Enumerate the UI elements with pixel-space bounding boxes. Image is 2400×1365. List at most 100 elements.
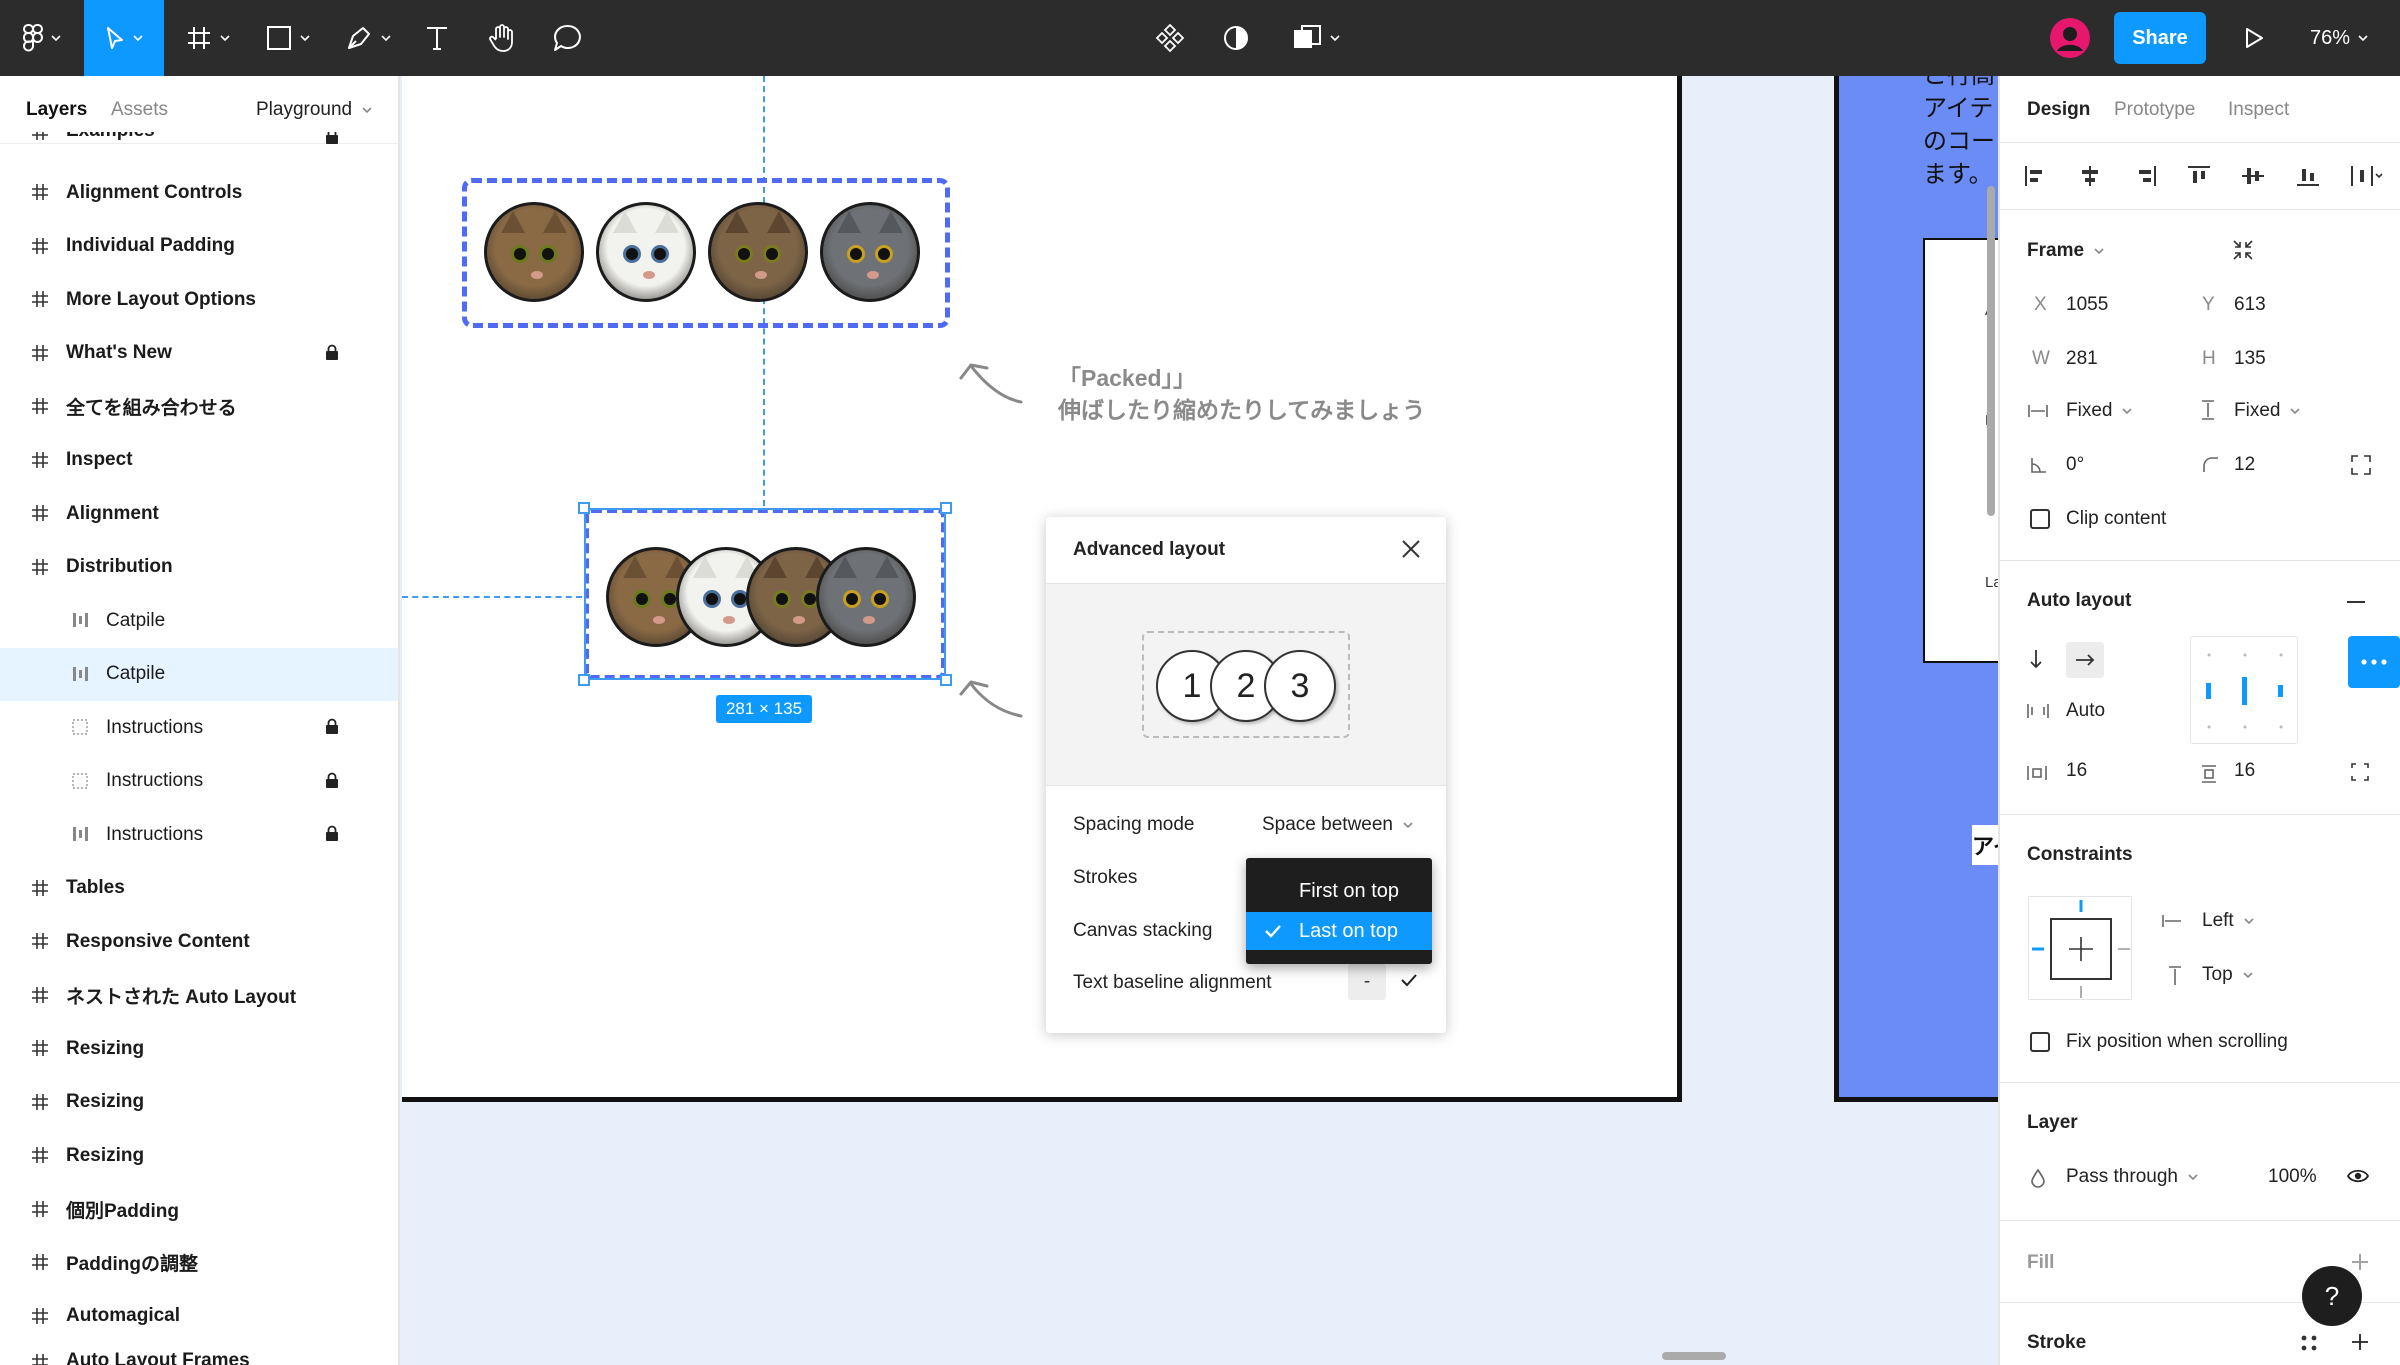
layer-row[interactable]: Resizing — [0, 1022, 398, 1075]
lock-icon[interactable] — [325, 772, 339, 788]
align-bottom-icon[interactable] — [2296, 165, 2320, 187]
layer-row[interactable]: Catpile — [0, 594, 398, 647]
check-icon[interactable] — [1400, 973, 1418, 987]
align-right-icon[interactable] — [2133, 165, 2157, 187]
boolean-ops-button[interactable] — [1284, 0, 1348, 76]
layer-row[interactable]: Tables — [0, 862, 398, 915]
constraints-widget[interactable] — [2028, 896, 2132, 1000]
hand-tool-button[interactable] — [480, 0, 524, 76]
avatar[interactable] — [2048, 0, 2092, 76]
vertical-resizing-select[interactable]: Fixed — [2234, 400, 2301, 422]
lock-icon[interactable] — [325, 344, 339, 360]
present-button[interactable] — [2232, 0, 2276, 76]
lock-icon[interactable] — [325, 132, 339, 144]
opacity-input[interactable]: 100% — [2268, 1166, 2317, 1188]
resize-handle[interactable] — [578, 674, 590, 686]
layer-row[interactable]: Alignment — [0, 487, 398, 540]
main-menu-button[interactable] — [14, 0, 70, 76]
layer-row-partial-top[interactable]: Examples — [0, 132, 398, 162]
align-center-vertical-icon[interactable] — [2241, 165, 2265, 187]
shape-tool-button[interactable] — [256, 0, 320, 76]
layer-row[interactable]: Alignment Controls — [0, 166, 398, 219]
frame-section-title[interactable]: Frame — [2027, 240, 2104, 262]
lock-icon[interactable] — [325, 718, 339, 734]
independent-corners-icon[interactable] — [2350, 454, 2372, 476]
components-button[interactable] — [1148, 0, 1192, 76]
theme-button[interactable] — [1214, 0, 1258, 76]
help-button[interactable]: ? — [2302, 1266, 2362, 1326]
layer-row[interactable]: Inspect — [0, 434, 398, 487]
horizontal-resizing-select[interactable]: Fixed — [2066, 400, 2133, 422]
layer-row[interactable]: Instructions — [0, 808, 398, 861]
tab-prototype[interactable]: Prototype — [2114, 99, 2195, 121]
layer-row[interactable]: Catpile — [0, 647, 398, 701]
direction-vertical-icon[interactable] — [2028, 648, 2044, 670]
pen-tool-button[interactable] — [336, 0, 400, 76]
rotation-input[interactable]: 0° — [2066, 454, 2084, 476]
layer-row[interactable]: Instructions — [0, 755, 398, 808]
layer-row[interactable]: 個別Padding — [0, 1183, 398, 1236]
resize-handle[interactable] — [940, 674, 952, 686]
tab-design[interactable]: Design — [2027, 99, 2090, 121]
resize-handle[interactable] — [578, 502, 590, 514]
remove-auto-layout-icon[interactable] — [2346, 600, 2366, 604]
resize-handle[interactable] — [940, 502, 952, 514]
h-input[interactable]: 135 — [2234, 348, 2266, 370]
distribute-icon[interactable] — [2350, 165, 2384, 187]
clip-content-checkbox[interactable] — [2030, 509, 2050, 529]
frame-tool-button[interactable] — [176, 0, 240, 76]
layer-row[interactable]: Responsive Content — [0, 915, 398, 968]
page-selector[interactable]: Playground — [256, 99, 372, 121]
tab-inspect[interactable]: Inspect — [2228, 99, 2289, 121]
horizontal-constraint-select[interactable]: Left — [2202, 910, 2254, 932]
fix-position-checkbox[interactable] — [2030, 1032, 2050, 1052]
text-tool-button[interactable] — [416, 0, 458, 76]
dropdown-option-last-on-top[interactable]: Last on top — [1246, 912, 1432, 950]
y-input[interactable]: 613 — [2234, 294, 2266, 316]
align-center-horizontal-icon[interactable] — [2078, 165, 2102, 187]
lock-icon[interactable] — [325, 825, 339, 841]
layer-row[interactable]: Distribution — [0, 541, 398, 594]
corner-radius-input[interactable]: 12 — [2234, 454, 2255, 476]
layer-row[interactable]: What's New — [0, 327, 398, 380]
direction-horizontal-button[interactable] — [2066, 642, 2104, 678]
tab-assets[interactable]: Assets — [111, 99, 168, 121]
layer-row[interactable]: Resizing — [0, 1076, 398, 1129]
add-fill-icon[interactable] — [2350, 1252, 2370, 1272]
dropdown-option-first-on-top[interactable]: First on top — [1246, 872, 1432, 910]
layer-row[interactable]: Resizing — [0, 1129, 398, 1182]
zoom-menu[interactable]: 76% — [2298, 0, 2380, 76]
baseline-off-button[interactable]: - — [1348, 964, 1386, 1000]
horizontal-scrollbar[interactable] — [1662, 1352, 1726, 1360]
tab-layers[interactable]: Layers — [26, 99, 87, 121]
layer-row[interactable]: Individual Padding — [0, 220, 398, 273]
layer-row[interactable]: More Layout Options — [0, 273, 398, 326]
vertical-padding-input[interactable]: 16 — [2234, 760, 2255, 782]
individual-padding-icon[interactable] — [2350, 762, 2370, 782]
layer-row-partial-bottom[interactable]: Auto Layout Frames — [0, 1346, 398, 1365]
share-button[interactable]: Share — [2114, 12, 2206, 64]
spacing-mode-select[interactable]: Space between — [1262, 814, 1413, 836]
align-left-icon[interactable] — [2024, 165, 2048, 187]
spacing-value[interactable]: Auto — [2066, 700, 2105, 722]
x-input[interactable]: 1055 — [2066, 294, 2108, 316]
collapse-icon[interactable] — [2232, 239, 2254, 261]
w-input[interactable]: 281 — [2066, 348, 2098, 370]
advanced-layout-button[interactable] — [2348, 636, 2400, 688]
vertical-scrollbar[interactable] — [1987, 186, 1995, 516]
align-top-icon[interactable] — [2187, 165, 2211, 187]
side-frame[interactable]: こ行高 アイテ のコー ます。 A R La アイ — [1834, 76, 1998, 1102]
eye-icon[interactable] — [2346, 1168, 2370, 1184]
vertical-constraint-select[interactable]: Top — [2202, 964, 2253, 986]
alignment-grid[interactable] — [2190, 636, 2298, 744]
layer-row[interactable]: 全てを組み合わせる — [0, 380, 398, 433]
layer-row[interactable]: Automagical — [0, 1290, 398, 1343]
move-tool-button[interactable] — [84, 0, 164, 76]
layer-row[interactable]: ネストされた Auto Layout — [0, 969, 398, 1022]
blend-mode-select[interactable]: Pass through — [2066, 1166, 2198, 1188]
horizontal-padding-input[interactable]: 16 — [2066, 760, 2087, 782]
layer-row[interactable]: Instructions — [0, 701, 398, 754]
layer-row[interactable]: Paddingの調整 — [0, 1236, 398, 1289]
close-icon[interactable] — [1401, 539, 1421, 559]
comment-tool-button[interactable] — [546, 0, 590, 76]
